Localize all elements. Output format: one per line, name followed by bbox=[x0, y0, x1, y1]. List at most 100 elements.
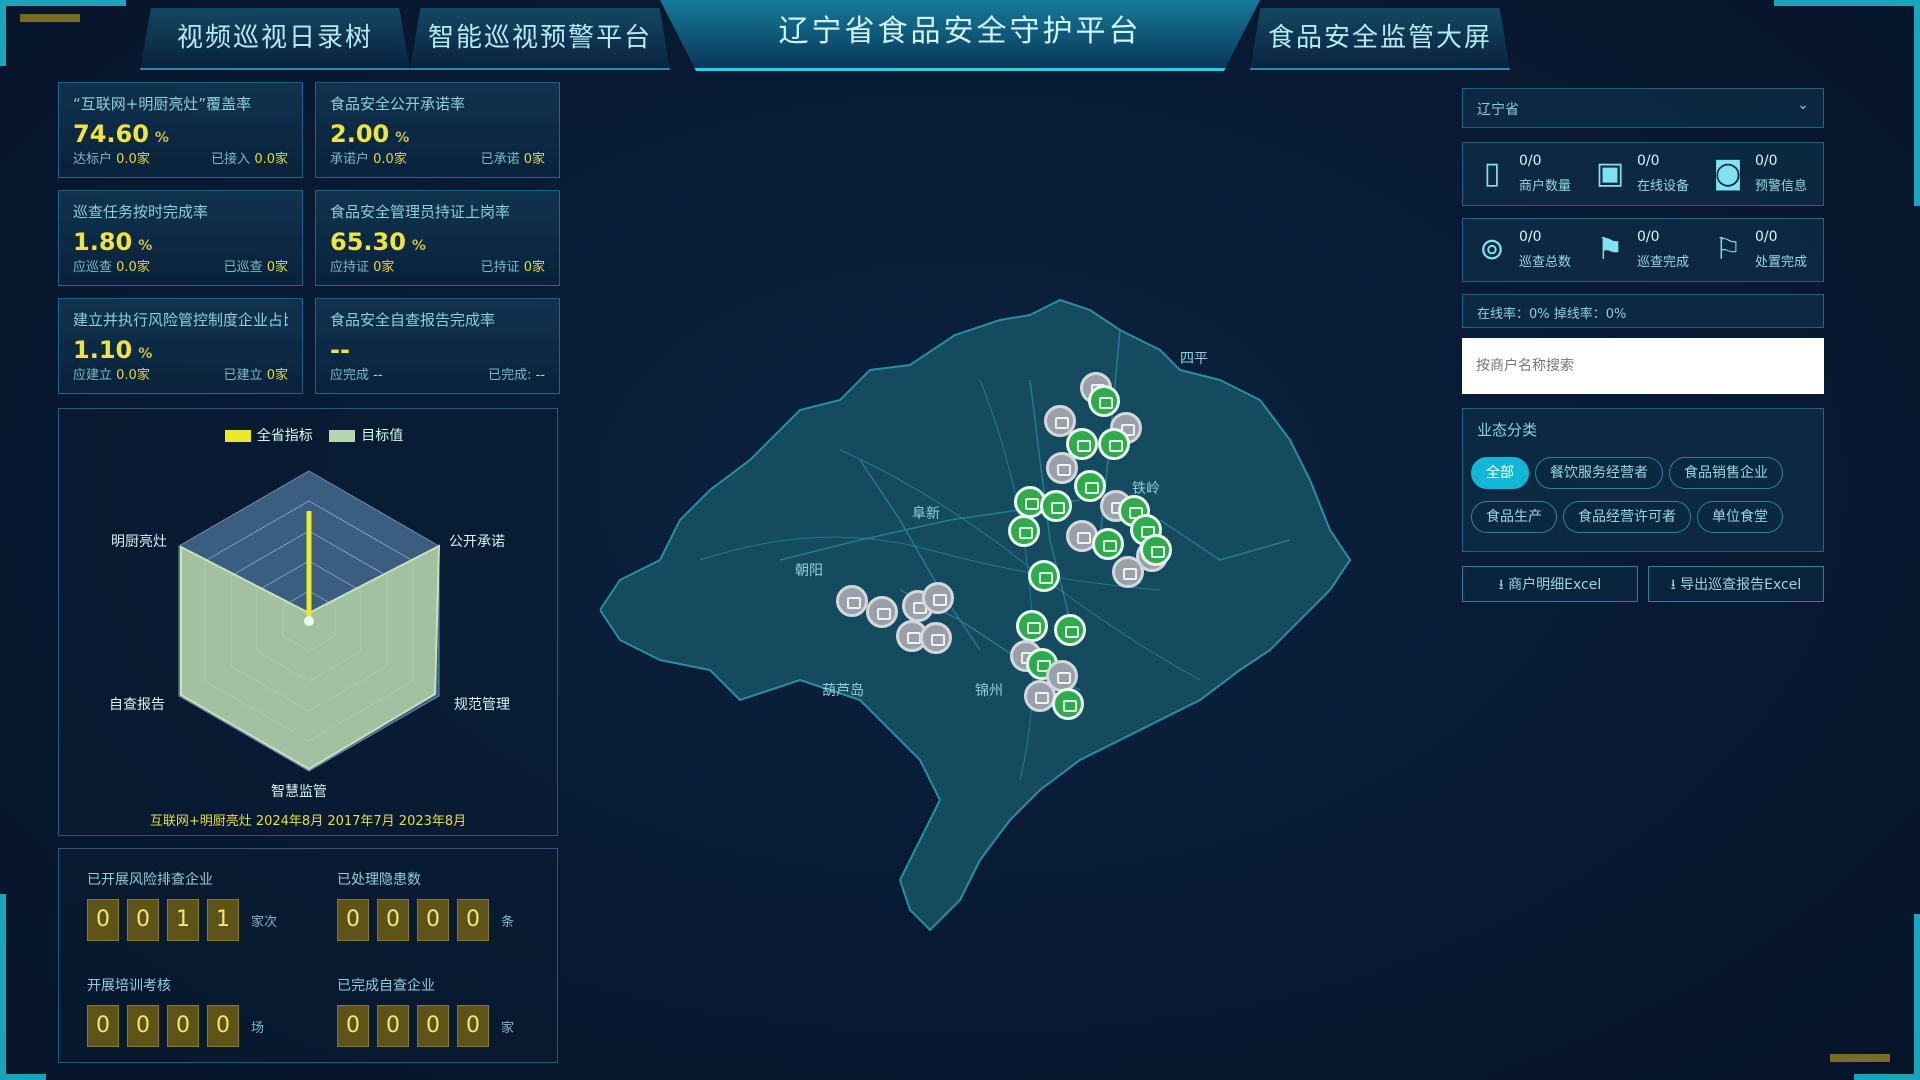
stat-card-value: -- bbox=[330, 336, 350, 364]
counter-digit: 0 bbox=[127, 899, 159, 941]
map-pin[interactable] bbox=[1024, 680, 1056, 712]
category-chip[interactable]: 餐饮服务经营者 bbox=[1535, 457, 1663, 489]
stat-card-value: 1.10% bbox=[73, 336, 153, 364]
stat-patrol-done-text: 巡查完成 bbox=[1637, 255, 1690, 270]
map-pin[interactable] bbox=[1016, 610, 1048, 642]
top-navigation: 视频巡视日录树 智能巡视预警平台 辽宁省食品安全守护平台 食品安全监管大屏 bbox=[0, 0, 1920, 74]
stat-card-value: 74.60% bbox=[73, 120, 169, 148]
map-pin[interactable] bbox=[866, 596, 898, 628]
counter-digit: 0 bbox=[337, 899, 369, 941]
radar-label-kitchen: 明厨亮灶 bbox=[111, 534, 167, 550]
export-report-button[interactable]: ⭳ 导出巡查报告Excel bbox=[1648, 566, 1824, 602]
stat-patrol-done[interactable]: ⚑ 0/0 巡查完成 bbox=[1593, 223, 1708, 279]
map-pin[interactable] bbox=[1112, 556, 1144, 588]
document-icon: ▯ bbox=[1483, 156, 1501, 191]
counter-block: 已完成自查企业 0 0 0 0 家 bbox=[337, 975, 514, 1047]
flag-icon: ⚑ bbox=[1596, 232, 1624, 267]
stat-card[interactable]: 巡查任务按时完成率 1.80% 应巡查 0.0家 已巡查 0家 bbox=[58, 190, 303, 286]
nav-tab-video-tree[interactable]: 视频巡视日录树 bbox=[140, 8, 410, 70]
radar-panel: 全省指标 目标值 公开承诺 规范管理 智慧监管 自查报告 明厨亮灶 互联网+明厨… bbox=[58, 408, 558, 836]
export-merchants-label: 商户明细Excel bbox=[1508, 577, 1602, 593]
frame-corner-bottom-left bbox=[0, 894, 46, 1080]
stat-disposal-num: 0/0 bbox=[1755, 229, 1778, 245]
stat-devices[interactable]: ▣ 0/0 在线设备 bbox=[1593, 147, 1708, 203]
radar-label-commitment: 公开承诺 bbox=[449, 534, 505, 550]
map-pin[interactable] bbox=[1008, 515, 1040, 547]
map-pin[interactable] bbox=[1028, 560, 1060, 592]
counter-label: 已开展风险排查企业 bbox=[87, 872, 213, 888]
liaoning-map[interactable] bbox=[600, 260, 1360, 960]
province-boundary bbox=[600, 298, 1352, 932]
page-title: 辽宁省食品安全守护平台 bbox=[660, 0, 1260, 71]
counter-digit: 0 bbox=[417, 899, 449, 941]
download-icon: ⭳ bbox=[1498, 577, 1509, 593]
stat-card-sub: 应巡查 0.0家 已巡查 0家 bbox=[73, 260, 288, 275]
map-label-fuxin: 阜新 bbox=[912, 506, 940, 522]
category-chip[interactable]: 全部 bbox=[1471, 457, 1529, 489]
counter-digit: 0 bbox=[457, 1005, 489, 1047]
radar-label-selfcheck: 自查报告 bbox=[109, 697, 165, 713]
stat-merchants[interactable]: ▯ 0/0 商户数量 bbox=[1475, 147, 1590, 203]
map-pin[interactable] bbox=[1098, 428, 1130, 460]
stat-card-sub: 应建立 0.0家 已建立 0家 bbox=[73, 368, 288, 383]
counter-unit: 家 bbox=[501, 1021, 515, 1036]
map-pin[interactable] bbox=[922, 582, 954, 614]
counter-unit: 场 bbox=[251, 1021, 265, 1036]
category-chip[interactable]: 食品生产 bbox=[1471, 501, 1557, 533]
monitor-icon: ▣ bbox=[1595, 156, 1625, 191]
stat-warnings[interactable]: ◙ 0/0 预警信息 bbox=[1711, 147, 1826, 203]
map-pin[interactable] bbox=[1088, 385, 1120, 417]
counter-digit: 0 bbox=[417, 1005, 449, 1047]
map-pin[interactable] bbox=[1046, 452, 1078, 484]
category-panel: 业态分类 全部 餐饮服务经营者 食品销售企业食品生产 食品经营许可者 单位食堂 bbox=[1462, 408, 1824, 552]
category-chip[interactable]: 食品销售企业 bbox=[1669, 457, 1783, 489]
counter-digit: 0 bbox=[457, 899, 489, 941]
export-merchants-button[interactable]: ⭳ 商户明细Excel bbox=[1462, 566, 1638, 602]
map-pin[interactable] bbox=[1040, 490, 1072, 522]
map-pin[interactable] bbox=[1054, 614, 1086, 646]
map-pin[interactable] bbox=[1092, 528, 1124, 560]
export-report-label: 导出巡查报告Excel bbox=[1680, 577, 1802, 593]
nav-tab-supervision-screen[interactable]: 食品安全监管大屏 bbox=[1250, 8, 1510, 70]
map-pin[interactable] bbox=[1052, 688, 1084, 720]
stat-patrols[interactable]: ⊚ 0/0 巡查总数 bbox=[1475, 223, 1590, 279]
stat-card-title: 食品安全自查报告完成率 bbox=[330, 311, 496, 329]
map-pin[interactable] bbox=[1140, 534, 1172, 566]
stat-card[interactable]: 食品安全公开承诺率 2.00% 承诺户 0.0家 已承诺 0家 bbox=[315, 82, 560, 178]
region-select[interactable]: 辽宁省 ⌄ bbox=[1462, 88, 1824, 128]
counter-digit: 0 bbox=[167, 1005, 199, 1047]
stat-card[interactable]: “互联网+明厨亮灶”覆盖率 74.60% 达标户 0.0家 已接入 0.0家 bbox=[58, 82, 303, 178]
stat-card-value: 2.00% bbox=[330, 120, 410, 148]
counter-block: 已开展风险排查企业 0 0 1 1 家次 bbox=[87, 869, 277, 941]
map-pin[interactable] bbox=[920, 622, 952, 654]
counter-unit: 家次 bbox=[251, 915, 278, 930]
stat-card-title: 食品安全公开承诺率 bbox=[330, 95, 466, 113]
category-title: 业态分类 bbox=[1477, 421, 1538, 439]
map-label-siping: 四平 bbox=[1180, 351, 1208, 367]
counter-digit: 0 bbox=[377, 899, 409, 941]
counter-digit: 0 bbox=[337, 1005, 369, 1047]
stat-card-sub: 达标户 0.0家 已接入 0.0家 bbox=[73, 152, 288, 167]
stat-patrol-done-num: 0/0 bbox=[1637, 229, 1660, 245]
stat-card[interactable]: 食品安全自查报告完成率 -- 应完成 -- 已完成: -- bbox=[315, 298, 560, 394]
radar-label-smart: 智慧监管 bbox=[271, 784, 327, 800]
radar-footer: 互联网+明厨亮灶 2024年8月 2017年7月 2023年8月 bbox=[149, 814, 467, 829]
stat-card-value: 65.30% bbox=[330, 228, 426, 256]
stat-warnings-num: 0/0 bbox=[1755, 153, 1778, 169]
map-label-huludao: 葫芦岛 bbox=[822, 683, 864, 699]
stat-card[interactable]: 食品安全管理员持证上岗率 65.30% 应持证 0家 已持证 0家 bbox=[315, 190, 560, 286]
category-chip[interactable]: 食品经营许可者 bbox=[1563, 501, 1691, 533]
counter-digit: 0 bbox=[87, 899, 119, 941]
nav-tab-warning-platform[interactable]: 智能巡视预警平台 bbox=[410, 8, 670, 70]
counter-digit: 0 bbox=[207, 1005, 239, 1047]
map-pin[interactable] bbox=[836, 585, 868, 617]
counter-digit: 0 bbox=[377, 1005, 409, 1047]
category-chip[interactable]: 单位食堂 bbox=[1697, 501, 1783, 533]
counter-label: 开展培训考核 bbox=[87, 978, 171, 994]
stat-card[interactable]: 建立并执行风险管控制度企业占比 1.10% 应建立 0.0家 已建立 0家 bbox=[58, 298, 303, 394]
stat-card-sub: 应完成 -- 已完成: -- bbox=[330, 368, 545, 383]
stat-disposal[interactable]: ⚐ 0/0 处置完成 bbox=[1711, 223, 1826, 279]
stat-merchants-num: 0/0 bbox=[1519, 153, 1542, 169]
merchant-search-input[interactable] bbox=[1462, 338, 1824, 394]
counter-block: 已处理隐患数 0 0 0 0 条 bbox=[337, 869, 514, 941]
